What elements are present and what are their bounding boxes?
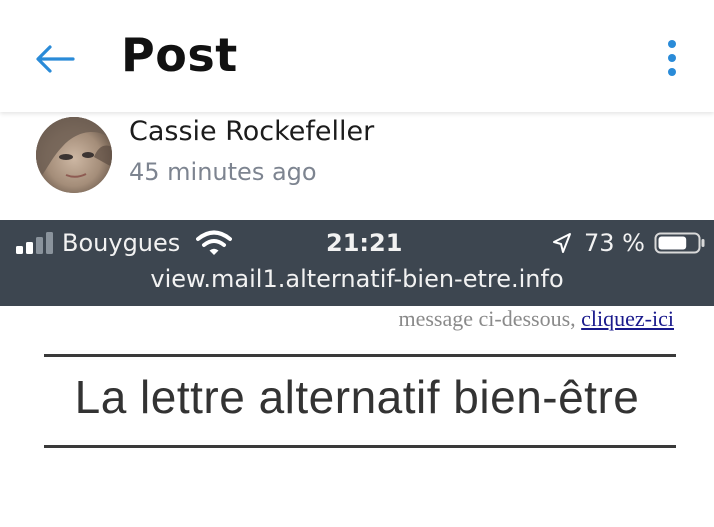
- browser-url: view.mail1.alternatif-bien-etre.info: [150, 265, 564, 293]
- battery-percent: 73 %: [584, 229, 645, 257]
- carrier-name: Bouygues: [62, 229, 181, 257]
- back-button[interactable]: [26, 30, 84, 88]
- attached-screenshot[interactable]: Bouygues 21:21 73 % view.mail1.alternati…: [0, 220, 714, 527]
- post-screen: Post Cassie Rockefeller 45 minutes ago B…: [0, 0, 714, 527]
- divider-top: [44, 354, 676, 357]
- arrow-left-icon: [36, 45, 75, 73]
- battery-icon: [654, 232, 705, 254]
- avatar[interactable]: [36, 117, 112, 193]
- cell-signal-icon: [16, 232, 53, 254]
- email-header-text: message ci-dessous, cliquez-ici: [398, 306, 674, 332]
- divider-bottom: [44, 445, 676, 448]
- more-options-button[interactable]: [652, 34, 692, 82]
- ios-status-bar: Bouygues 21:21 73 % view.mail1.alternati…: [0, 220, 714, 306]
- newsletter-title: La lettre alternatif bien-être: [74, 371, 640, 423]
- more-vertical-icon: [668, 40, 676, 76]
- message-text: message ci-dessous,: [398, 306, 582, 331]
- page-title: Post: [121, 28, 238, 82]
- wifi-icon: [196, 230, 232, 255]
- location-arrow-icon: [553, 233, 571, 253]
- avatar-image: [36, 117, 112, 193]
- post-timestamp: 45 minutes ago: [129, 158, 317, 186]
- author-name[interactable]: Cassie Rockefeller: [129, 116, 374, 147]
- click-here-link[interactable]: cliquez-ici: [581, 306, 674, 331]
- post-header: Cassie Rockefeller 45 minutes ago: [0, 112, 714, 220]
- status-time: 21:21: [326, 229, 403, 257]
- top-app-bar: Post: [0, 0, 714, 112]
